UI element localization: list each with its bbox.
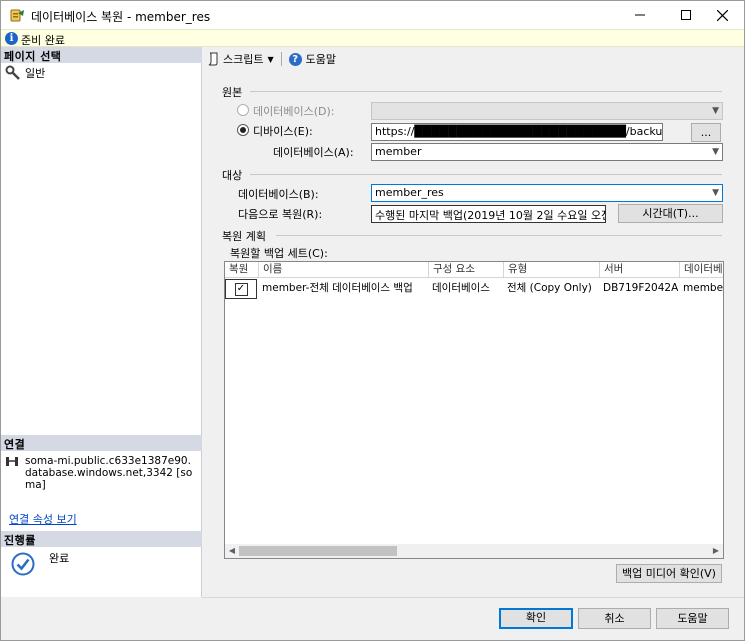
source-divider <box>250 91 722 92</box>
column-header[interactable]: 구성 요소 <box>429 262 504 278</box>
script-dropdown-icon[interactable]: ▼ <box>267 55 273 64</box>
source-database-label: 데이터베이스(A): <box>273 146 354 159</box>
restore-plan-group-label: 복원 계획 <box>222 230 266 243</box>
close-icon <box>716 9 728 21</box>
check-circle-icon <box>11 552 35 576</box>
source-database-radio[interactable] <box>237 104 249 116</box>
cell-server: DB719F2042A4 <box>603 282 678 294</box>
destination-group-label: 대상 <box>222 169 243 182</box>
column-header[interactable]: 유형 <box>504 262 600 278</box>
backup-sets-grid[interactable]: 복원 이름 구성 요소 유형 서버 데이터베이 ✓ member-전체 데이터베… <box>224 261 724 559</box>
chevron-down-icon: ▼ <box>712 147 719 157</box>
column-header[interactable]: 이름 <box>259 262 429 278</box>
scrollbar-thumb[interactable] <box>239 546 397 556</box>
destination-database-label: 데이터베이스(B): <box>238 188 319 201</box>
restore-database-window: 데이터베이스 복원 - member_res i 준비 완료 페이지 선택 일반… <box>0 0 745 641</box>
cancel-button[interactable]: 취소 <box>578 608 651 629</box>
timeline-button[interactable]: 시간대(T)... <box>618 204 723 223</box>
source-database-select[interactable]: ▼ <box>371 102 723 120</box>
minimize-button[interactable] <box>617 1 663 29</box>
destination-divider <box>250 174 722 175</box>
connection-header: 연결 <box>1 435 202 451</box>
page-item-label: 일반 <box>25 67 46 80</box>
destination-database-combo[interactable]: member_res ▼ <box>371 184 723 202</box>
ok-button[interactable]: 확인 <box>499 608 573 629</box>
restore-to-label: 다음으로 복원(R): <box>238 208 323 221</box>
cell-type: 전체 (Copy Only) <box>507 282 592 294</box>
column-header[interactable]: 복원 <box>225 262 259 278</box>
column-header[interactable]: 데이터베이 <box>680 262 723 278</box>
column-header[interactable]: 서버 <box>600 262 680 278</box>
progress-header: 진행률 <box>1 531 202 547</box>
connection-info: soma-mi.public.c633e1387e90.database.win… <box>5 455 195 491</box>
script-button[interactable]: 스크립트 <box>223 51 263 67</box>
toolbar: 스크립트 ▼ ? 도움말 <box>202 47 744 71</box>
footer-divider <box>202 597 744 598</box>
title-bar: 데이터베이스 복원 - member_res <box>1 1 744 29</box>
horizontal-scrollbar[interactable]: ◀ ▶ <box>225 544 723 558</box>
script-icon <box>208 52 218 66</box>
view-connection-properties-link[interactable]: 연결 속성 보기 <box>9 511 77 527</box>
source-database-value: member <box>375 145 422 158</box>
toolbar-separator <box>280 52 282 66</box>
restore-to-field: 수행된 마지막 백업(2019년 10월 2일 수요일 오전 <box>371 205 606 223</box>
close-button[interactable] <box>699 1 745 29</box>
status-bar: i 준비 완료 <box>1 29 744 47</box>
source-device-radio-label: 디바이스(E): <box>253 125 313 138</box>
status-text: 준비 완료 <box>21 34 65 47</box>
device-path-field[interactable]: https://█████████████████████████/backup… <box>371 123 663 141</box>
left-panel: 페이지 선택 일반 연결 soma-mi.public.c633e1387e90… <box>1 47 202 597</box>
cell-component: 데이터베이스 <box>432 282 490 294</box>
connection-text: soma-mi.public.c633e1387e90.database.win… <box>25 455 193 491</box>
help-button[interactable]: 도움말 <box>306 51 336 67</box>
grid-header: 복원 이름 구성 요소 유형 서버 데이터베이 <box>225 262 723 278</box>
window-title: 데이터베이스 복원 - member_res <box>31 10 211 24</box>
page-item-general[interactable]: 일반 <box>5 65 45 81</box>
browse-device-button[interactable]: ... <box>691 123 721 142</box>
info-icon: i <box>5 32 18 45</box>
backup-sets-label: 복원할 백업 세트(C): <box>230 247 328 260</box>
chevron-down-icon: ▼ <box>712 188 719 198</box>
scroll-right-icon[interactable]: ▶ <box>709 544 723 558</box>
scroll-left-icon[interactable]: ◀ <box>225 544 239 558</box>
maximize-icon <box>681 10 691 20</box>
right-panel: 스크립트 ▼ ? 도움말 원본 데이터베이스(D): ▼ 디바이스(E): ht… <box>202 47 744 597</box>
wrench-icon <box>5 65 20 80</box>
table-row[interactable]: ✓ member-전체 데이터베이스 백업 데이터베이스 전체 (Copy On… <box>225 278 724 299</box>
database-restore-icon <box>10 9 24 22</box>
help-footer-button[interactable]: 도움말 <box>656 608 729 629</box>
help-icon: ? <box>288 52 302 66</box>
chevron-down-icon: ▼ <box>712 106 719 116</box>
destination-database-value: member_res <box>375 186 444 199</box>
progress-text: 완료 <box>49 552 70 565</box>
source-database-combo[interactable]: member ▼ <box>371 143 723 161</box>
verify-backup-media-button[interactable]: 백업 미디어 확인(V) <box>616 564 722 583</box>
source-group-label: 원본 <box>222 86 243 99</box>
restore-checkbox[interactable]: ✓ <box>234 282 248 296</box>
connection-icon <box>6 457 18 466</box>
plan-divider <box>276 235 722 236</box>
cell-database: member <box>683 282 724 294</box>
source-database-radio-label: 데이터베이스(D): <box>253 105 335 118</box>
source-device-radio[interactable] <box>237 124 249 136</box>
page-select-header: 페이지 선택 <box>1 47 202 63</box>
minimize-icon <box>635 14 645 16</box>
cell-name: member-전체 데이터베이스 백업 <box>262 282 413 294</box>
restore-cell[interactable]: ✓ <box>225 279 257 299</box>
